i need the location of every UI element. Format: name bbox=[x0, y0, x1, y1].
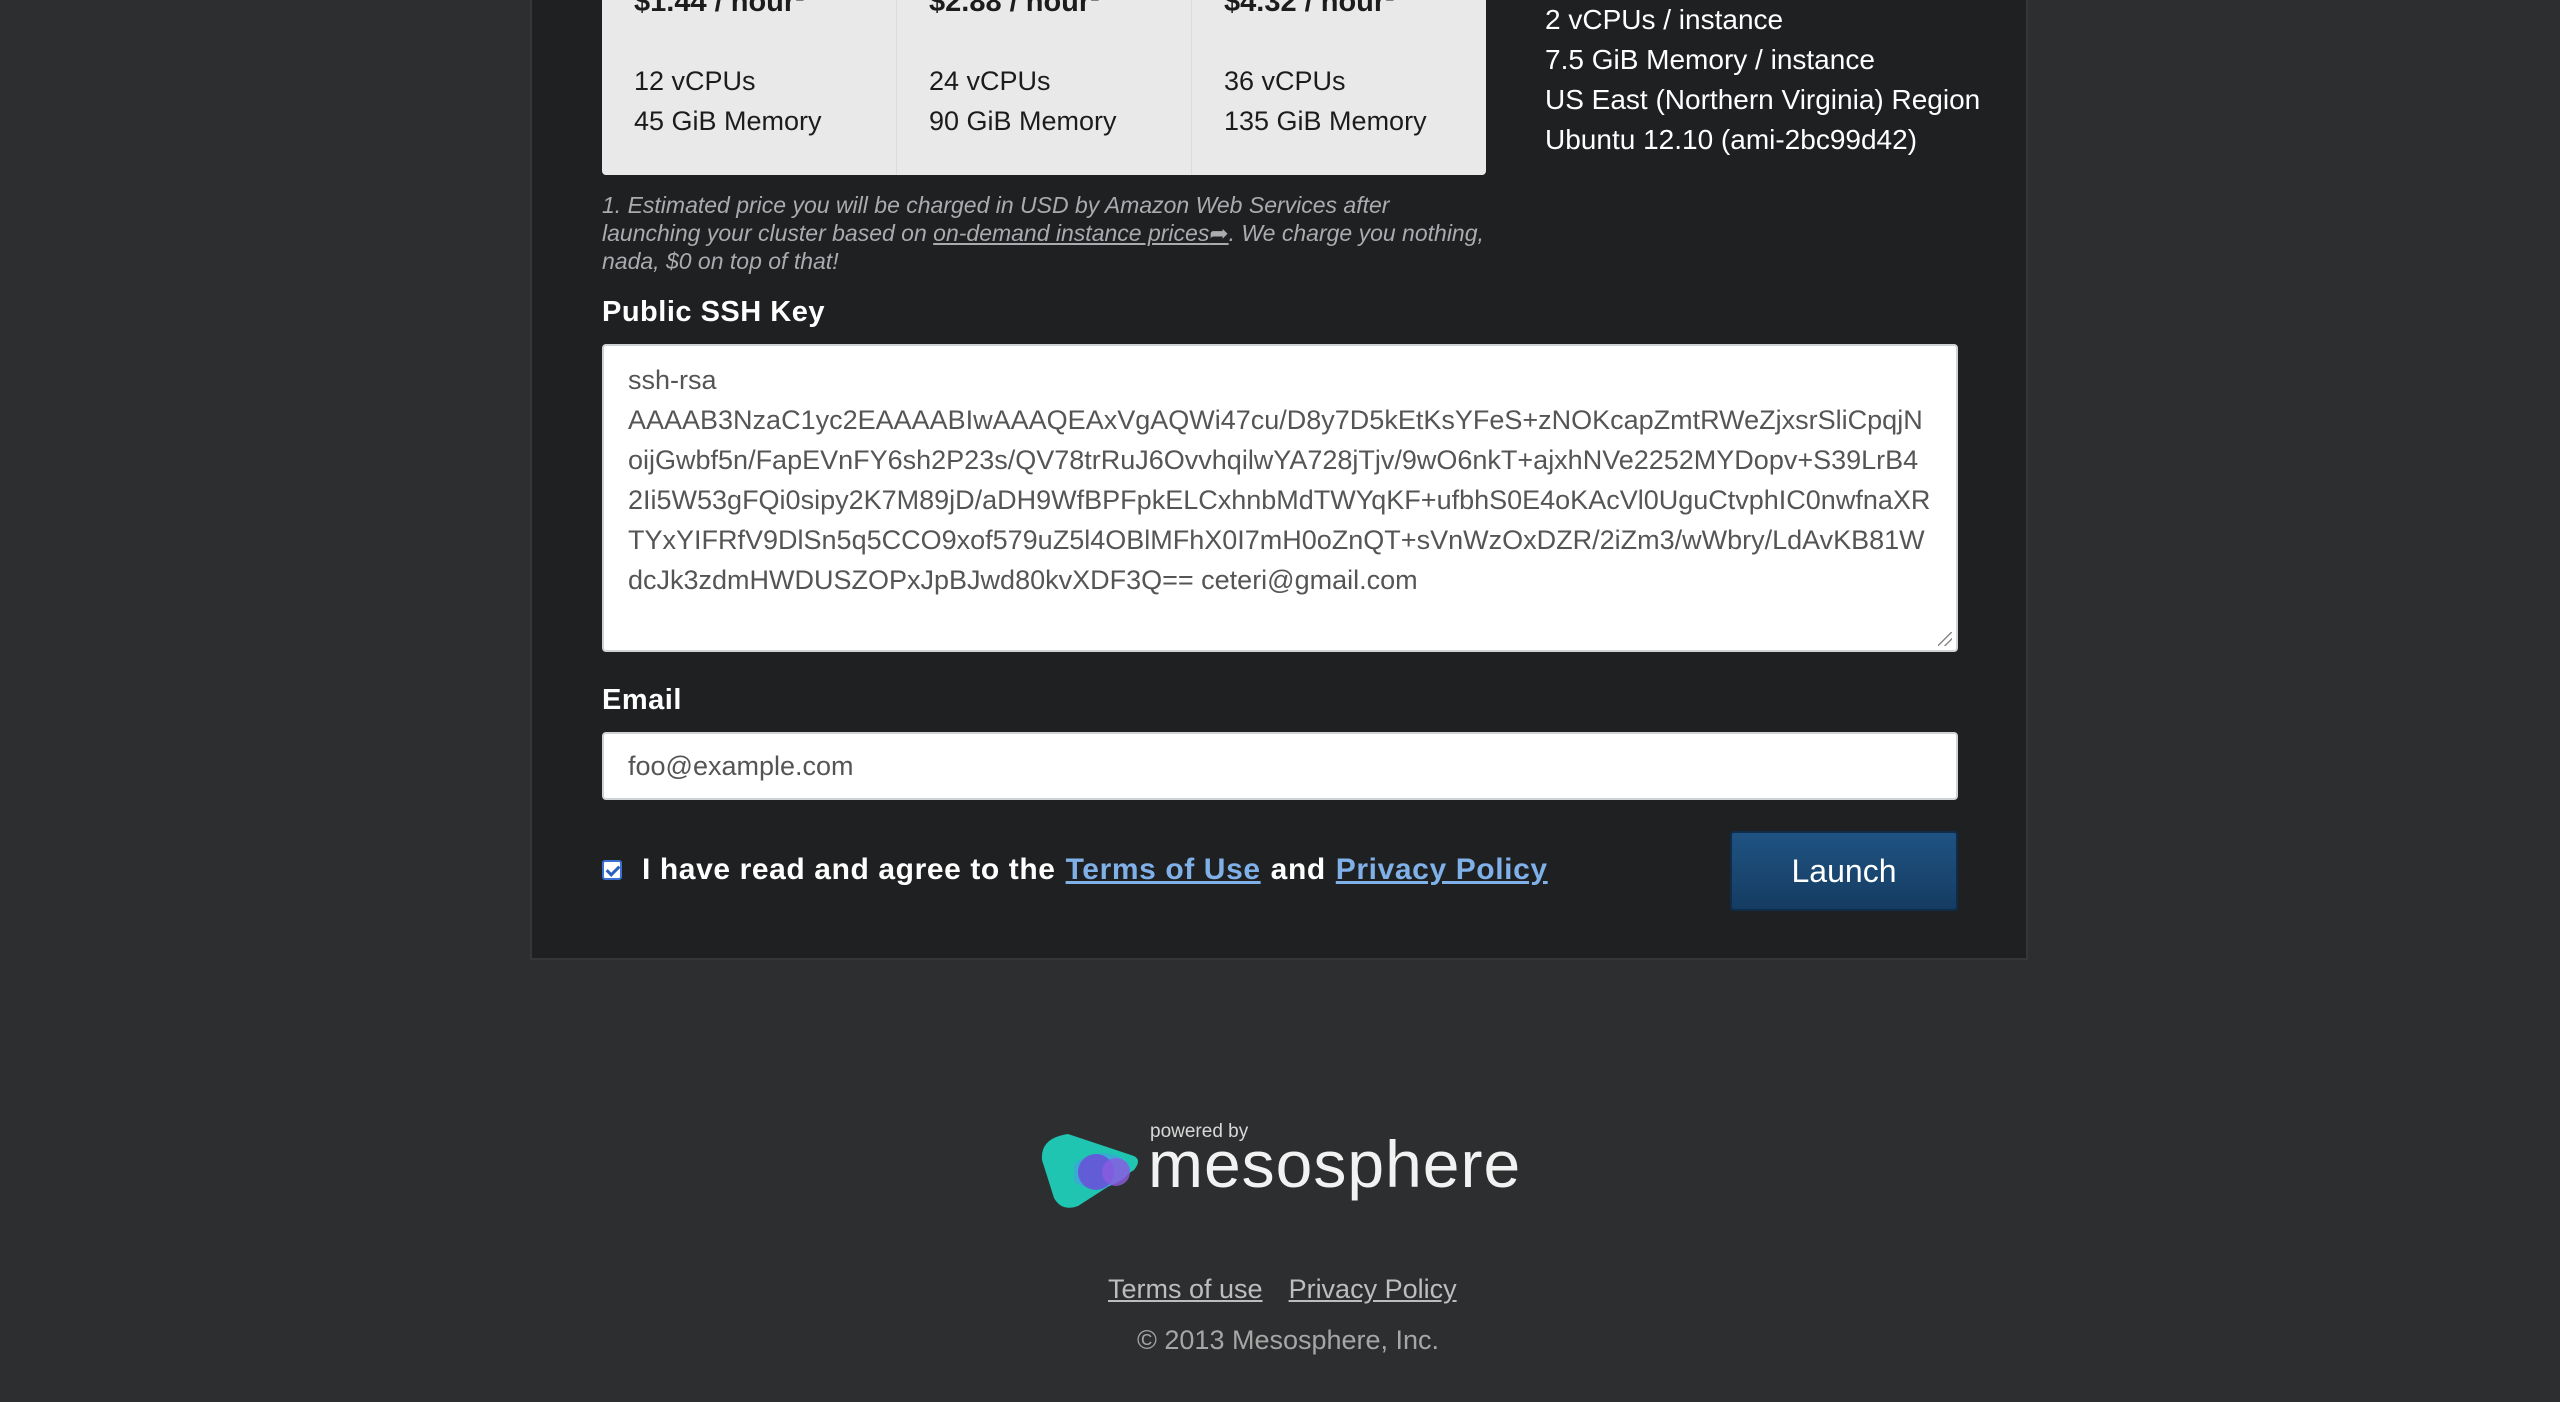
pricing-card-large[interactable]: $4.32 / hour1 36 vCPUs 135 GiB Memory bbox=[1192, 0, 1486, 175]
spec-memory: 7.5 GiB Memory / instance bbox=[1545, 44, 1875, 75]
agree-checkbox[interactable] bbox=[602, 860, 622, 880]
card-memory: 90 GiB Memory bbox=[929, 106, 1117, 136]
card-memory: 135 GiB Memory bbox=[1224, 106, 1427, 136]
footer-links: Terms of use Privacy Policy bbox=[1108, 1274, 1483, 1305]
terms-agreement-row: I have read and agree to the Terms of Us… bbox=[602, 850, 1558, 890]
pricing-footnote: 1. Estimated price you will be charged i… bbox=[602, 192, 1484, 274]
card-cpus: 24 vCPUs bbox=[929, 66, 1051, 96]
privacy-policy-link[interactable]: Privacy Policy bbox=[1336, 853, 1548, 887]
email-field[interactable]: foo@example.com bbox=[602, 732, 1958, 800]
footer-terms-link[interactable]: Terms of use bbox=[1108, 1274, 1263, 1304]
footer-privacy-link[interactable]: Privacy Policy bbox=[1289, 1274, 1457, 1304]
card-memory: 45 GiB Memory bbox=[634, 106, 822, 136]
card-cpus: 12 vCPUs bbox=[634, 66, 756, 96]
card-price: $4.32 / hour1 bbox=[1224, 0, 1394, 18]
on-demand-prices-link[interactable]: on-demand instance prices➦ bbox=[933, 220, 1228, 246]
pricing-cards: $1.44 / hour1 12 vCPUs 45 GiB Memory $2.… bbox=[602, 0, 1486, 175]
agree-and-text: and bbox=[1270, 853, 1326, 886]
copyright-text: © 2013 Mesosphere, Inc. bbox=[1137, 1325, 1440, 1355]
launch-button[interactable]: Launch bbox=[1730, 831, 1958, 911]
spec-cpus: 2 vCPUs / instance bbox=[1545, 4, 1784, 35]
terms-of-use-link[interactable]: Terms of Use bbox=[1066, 853, 1261, 887]
email-label: Email bbox=[602, 684, 682, 716]
agree-text: I have read and agree to the bbox=[642, 853, 1056, 886]
card-price: $2.88 / hour1 bbox=[929, 0, 1099, 18]
instance-specs: 2 vCPUs / instance 7.5 GiB Memory / inst… bbox=[1545, 0, 1980, 160]
external-link-icon: ➦ bbox=[1209, 220, 1229, 246]
spec-ami: Ubuntu 12.10 (ami-2bc99d42) bbox=[1545, 124, 1918, 155]
ssh-key-value: ssh-rsa AAAAB3NzaC1yc2EAAAABIwAAAQEAxVgA… bbox=[628, 365, 1931, 595]
resize-handle-icon[interactable] bbox=[1938, 632, 1952, 646]
card-cpus: 36 vCPUs bbox=[1224, 66, 1346, 96]
ssh-key-label: Public SSH Key bbox=[602, 296, 825, 328]
brand-name: mesosphere bbox=[1148, 1127, 1522, 1201]
card-price: $1.44 / hour1 bbox=[634, 0, 804, 18]
ssh-key-textarea[interactable]: ssh-rsa AAAAB3NzaC1yc2EAAAABIwAAAQEAxVgA… bbox=[602, 344, 1958, 652]
pricing-card-small[interactable]: $1.44 / hour1 12 vCPUs 45 GiB Memory bbox=[602, 0, 897, 175]
pricing-card-medium[interactable]: $2.88 / hour1 24 vCPUs 90 GiB Memory bbox=[897, 0, 1192, 175]
spec-region: US East (Northern Virginia) Region bbox=[1545, 84, 1981, 115]
